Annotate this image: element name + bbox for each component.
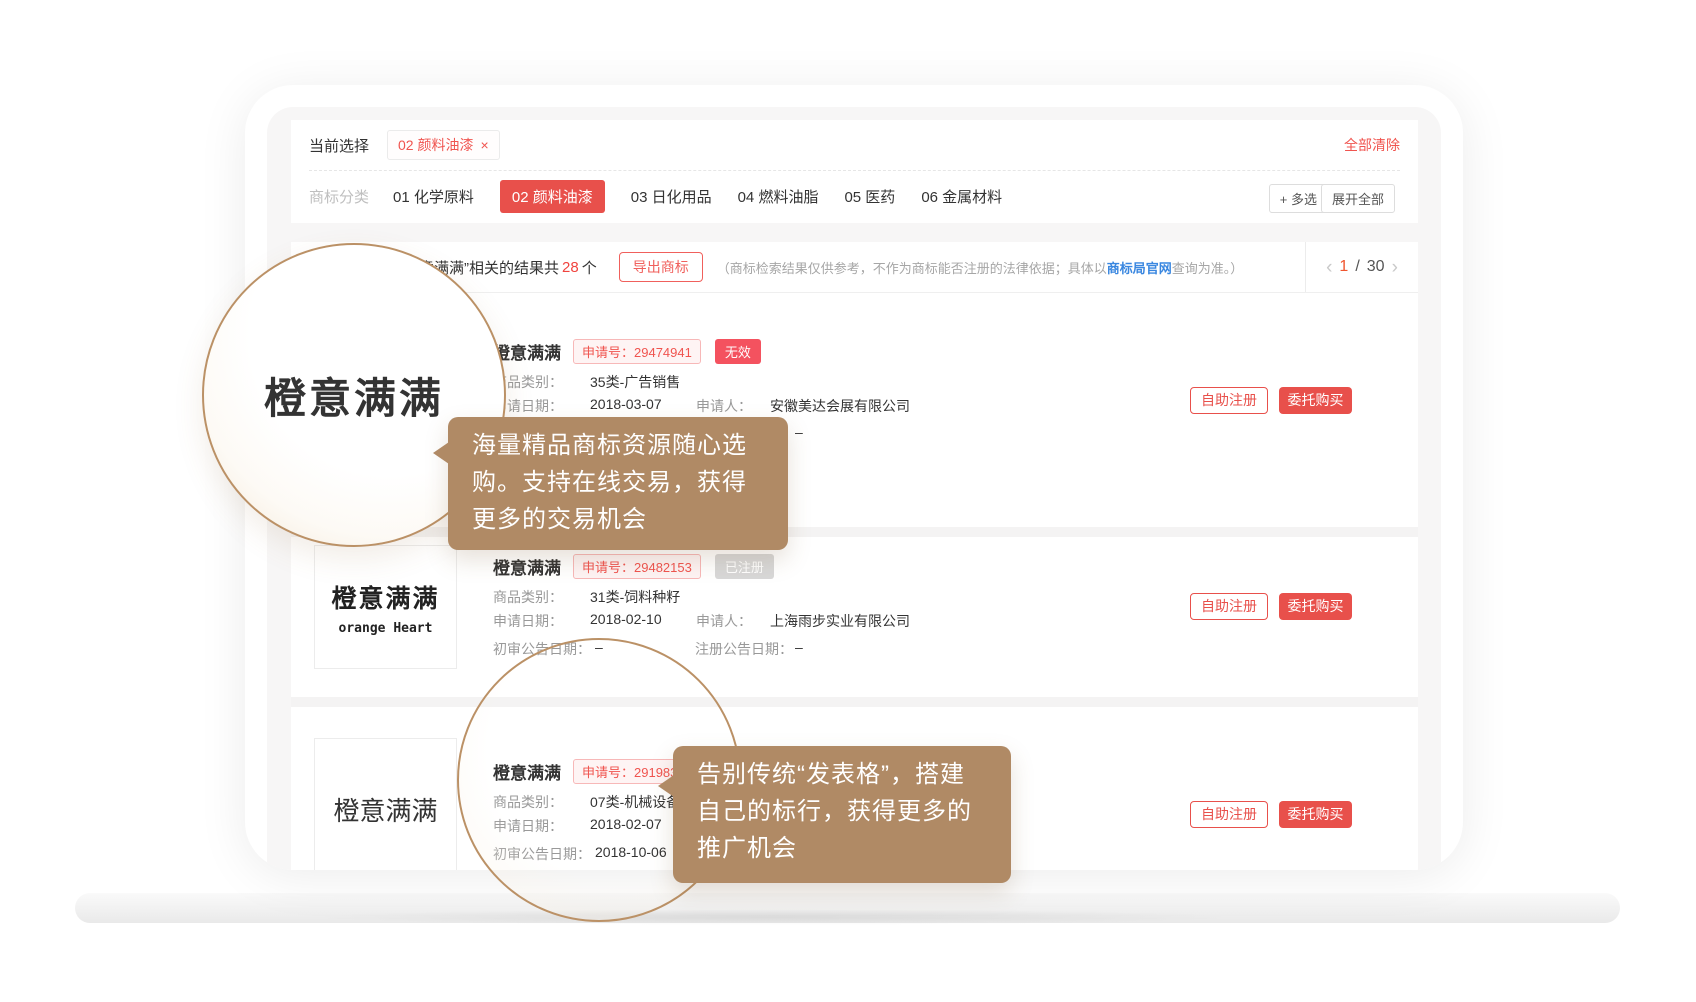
remove-filter-icon[interactable]: × (480, 137, 488, 153)
callout-marketplace: 海量精品商标资源随心选 购。支持在线交易，获得 更多的交易机会 (448, 417, 788, 550)
meta-category: 商品类别： 35类-广告销售 (493, 372, 1233, 392)
disclaimer-text: （商标检索结果仅供参考，不作为商标能否注册的法律依据；具体以商标局官网查询为准。… (717, 258, 1244, 277)
self-register-button[interactable]: 自助注册 (1190, 593, 1268, 620)
category-field-value: 35类-广告销售 (590, 372, 680, 392)
selected-filter-chip-label: 02 颜料油漆 (398, 135, 473, 155)
result-row-2: 橙意满满 orange Heart 橙意满满 申请号：29482153 已注册 … (291, 537, 1418, 697)
multi-select-button[interactable]: + 多选 (1269, 184, 1328, 213)
reg-publish-label: 注册公告日期： (695, 639, 793, 659)
category-item-02-selected[interactable]: 02 颜料油漆 (500, 180, 605, 213)
row-actions: 自助注册 委托购买 (1190, 387, 1352, 414)
category-item-05[interactable]: 05 医药 (844, 186, 895, 207)
prev-page-icon[interactable]: ‹ (1326, 258, 1332, 277)
applicant-label: 申请人： (696, 396, 752, 416)
application-number-tag: 申请号：29474941 (573, 339, 701, 364)
trademark-image: 橙意满满 orange Heart (314, 545, 457, 669)
category-field-label: 商品类别： (493, 587, 563, 607)
filter-panel: 当前选择 02 颜料油漆 × 全部清除 商标分类 01 化学原料 02 颜料油漆 … (291, 120, 1418, 223)
application-number-value: 29474941 (634, 345, 692, 360)
applicant-label: 申请人： (696, 611, 752, 631)
pagination: ‹ 1 / 30 › (1305, 242, 1418, 292)
category-item-04[interactable]: 04 燃料油脂 (738, 186, 819, 207)
applicant-value: 安徽美达会展有限公司 (770, 396, 910, 416)
next-page-icon[interactable]: › (1392, 258, 1398, 277)
self-register-button[interactable]: 自助注册 (1190, 387, 1268, 414)
magnified-trademark-text: 橙意满满 (264, 365, 444, 426)
application-number-value: 29482153 (634, 560, 692, 575)
row-actions: 自助注册 委托购买 (1190, 801, 1352, 828)
trademark-office-link[interactable]: 商标局官网 (1107, 261, 1172, 276)
expand-all-button[interactable]: 展开全部 (1321, 184, 1395, 213)
trademark-name-line: 橙意满满 申请号：29482153 已注册 (493, 554, 1253, 578)
trademark-details: 橙意满满 申请号：29474941 无效 商品类别： 35类-广告销售 申请日期… (493, 339, 1253, 363)
clear-all-button[interactable]: 全部清除 (1344, 135, 1400, 155)
application-number-label: 申请号： (582, 345, 634, 360)
applicant-value: 上海雨步实业有限公司 (770, 611, 910, 631)
trademark-name-line: 橙意满满 申请号：29474941 无效 (493, 339, 1253, 363)
callout-arrow-icon (658, 775, 674, 797)
current-selection-label: 当前选择 (309, 135, 369, 156)
disclaimer-suffix: 查询为准。） (1172, 261, 1244, 276)
meta-category: 商品类别： 31类-饲料种籽 (493, 587, 1233, 607)
current-selection-row: 当前选择 02 颜料油漆 × 全部清除 (291, 120, 1418, 170)
entrust-purchase-button[interactable]: 委托购买 (1279, 593, 1352, 620)
meta-dates: 申请日期： 2018-03-07 申请人： 安徽美达会展有限公司 (493, 396, 1233, 416)
page: 当前选择 02 颜料油漆 × 全部清除 商标分类 01 化学原料 02 颜料油漆 … (0, 0, 1696, 1002)
entrust-purchase-button[interactable]: 委托购买 (1279, 387, 1352, 414)
meta-dates: 申请日期： 2018-02-10 申请人： 上海雨步实业有限公司 (493, 611, 1233, 631)
application-number-label: 申请号： (582, 560, 634, 575)
trademark-name: 橙意满满 (493, 339, 561, 364)
application-number-tag: 申请号：29482153 (573, 554, 701, 579)
selected-filter-chip[interactable]: 02 颜料油漆 × (387, 130, 500, 160)
apply-date-label: 申请日期： (493, 611, 563, 631)
trademark-details: 橙意满满 申请号：29482153 已注册 商品类别： 31类-饲料种籽 申请日… (493, 554, 1253, 578)
apply-date-value: 2018-03-07 (590, 396, 662, 412)
entrust-purchase-button[interactable]: 委托购买 (1279, 801, 1352, 828)
laptop-stand (75, 893, 1620, 923)
current-page: 1 (1339, 258, 1348, 276)
category-item-01[interactable]: 01 化学原料 (393, 186, 474, 207)
trademark-name: 橙意满满 (493, 554, 561, 579)
summary-suffix: 个 (582, 257, 597, 278)
results-count: 28 (562, 259, 579, 276)
export-trademarks-button[interactable]: 导出商标 (619, 252, 703, 282)
trademark-image-text: 橙意满满 (333, 791, 437, 828)
category-item-06[interactable]: 06 金属材料 (921, 186, 1002, 207)
category-label: 商标分类 (309, 186, 369, 207)
reg-publish-value: – (795, 639, 803, 655)
status-badge-invalid: 无效 (715, 339, 761, 364)
callout-promotion: 告别传统“发表格”，搭建 自己的标行，获得更多的 推广机会 (673, 746, 1011, 883)
trademark-image-text: 橙意满满 (331, 579, 439, 615)
self-register-button[interactable]: 自助注册 (1190, 801, 1268, 828)
callout-text: 告别传统“发表格”，搭建 自己的标行，获得更多的 推广机会 (673, 746, 1011, 877)
row-actions: 自助注册 委托购买 (1190, 593, 1352, 620)
category-field-value: 31类-饲料种籽 (590, 587, 680, 607)
apply-date-value: 2018-02-10 (590, 611, 662, 627)
page-separator: / (1355, 258, 1359, 276)
category-row: 商标分类 01 化学原料 02 颜料油漆 03 日化用品 04 燃料油脂 05 … (291, 170, 1418, 222)
total-pages: 30 (1367, 258, 1385, 276)
reg-publish-value: – (795, 424, 803, 440)
callout-arrow-icon (433, 442, 449, 464)
callout-text: 海量精品商标资源随心选 购。支持在线交易，获得 更多的交易机会 (448, 417, 788, 548)
trademark-image: 橙意满满 (314, 738, 457, 870)
category-item-03[interactable]: 03 日化用品 (631, 186, 712, 207)
trademark-image-subtext: orange Heart (339, 621, 433, 636)
disclaimer-prefix: （商标检索结果仅供参考，不作为商标能否注册的法律依据；具体以 (717, 261, 1107, 276)
status-badge-registered: 已注册 (715, 554, 774, 579)
